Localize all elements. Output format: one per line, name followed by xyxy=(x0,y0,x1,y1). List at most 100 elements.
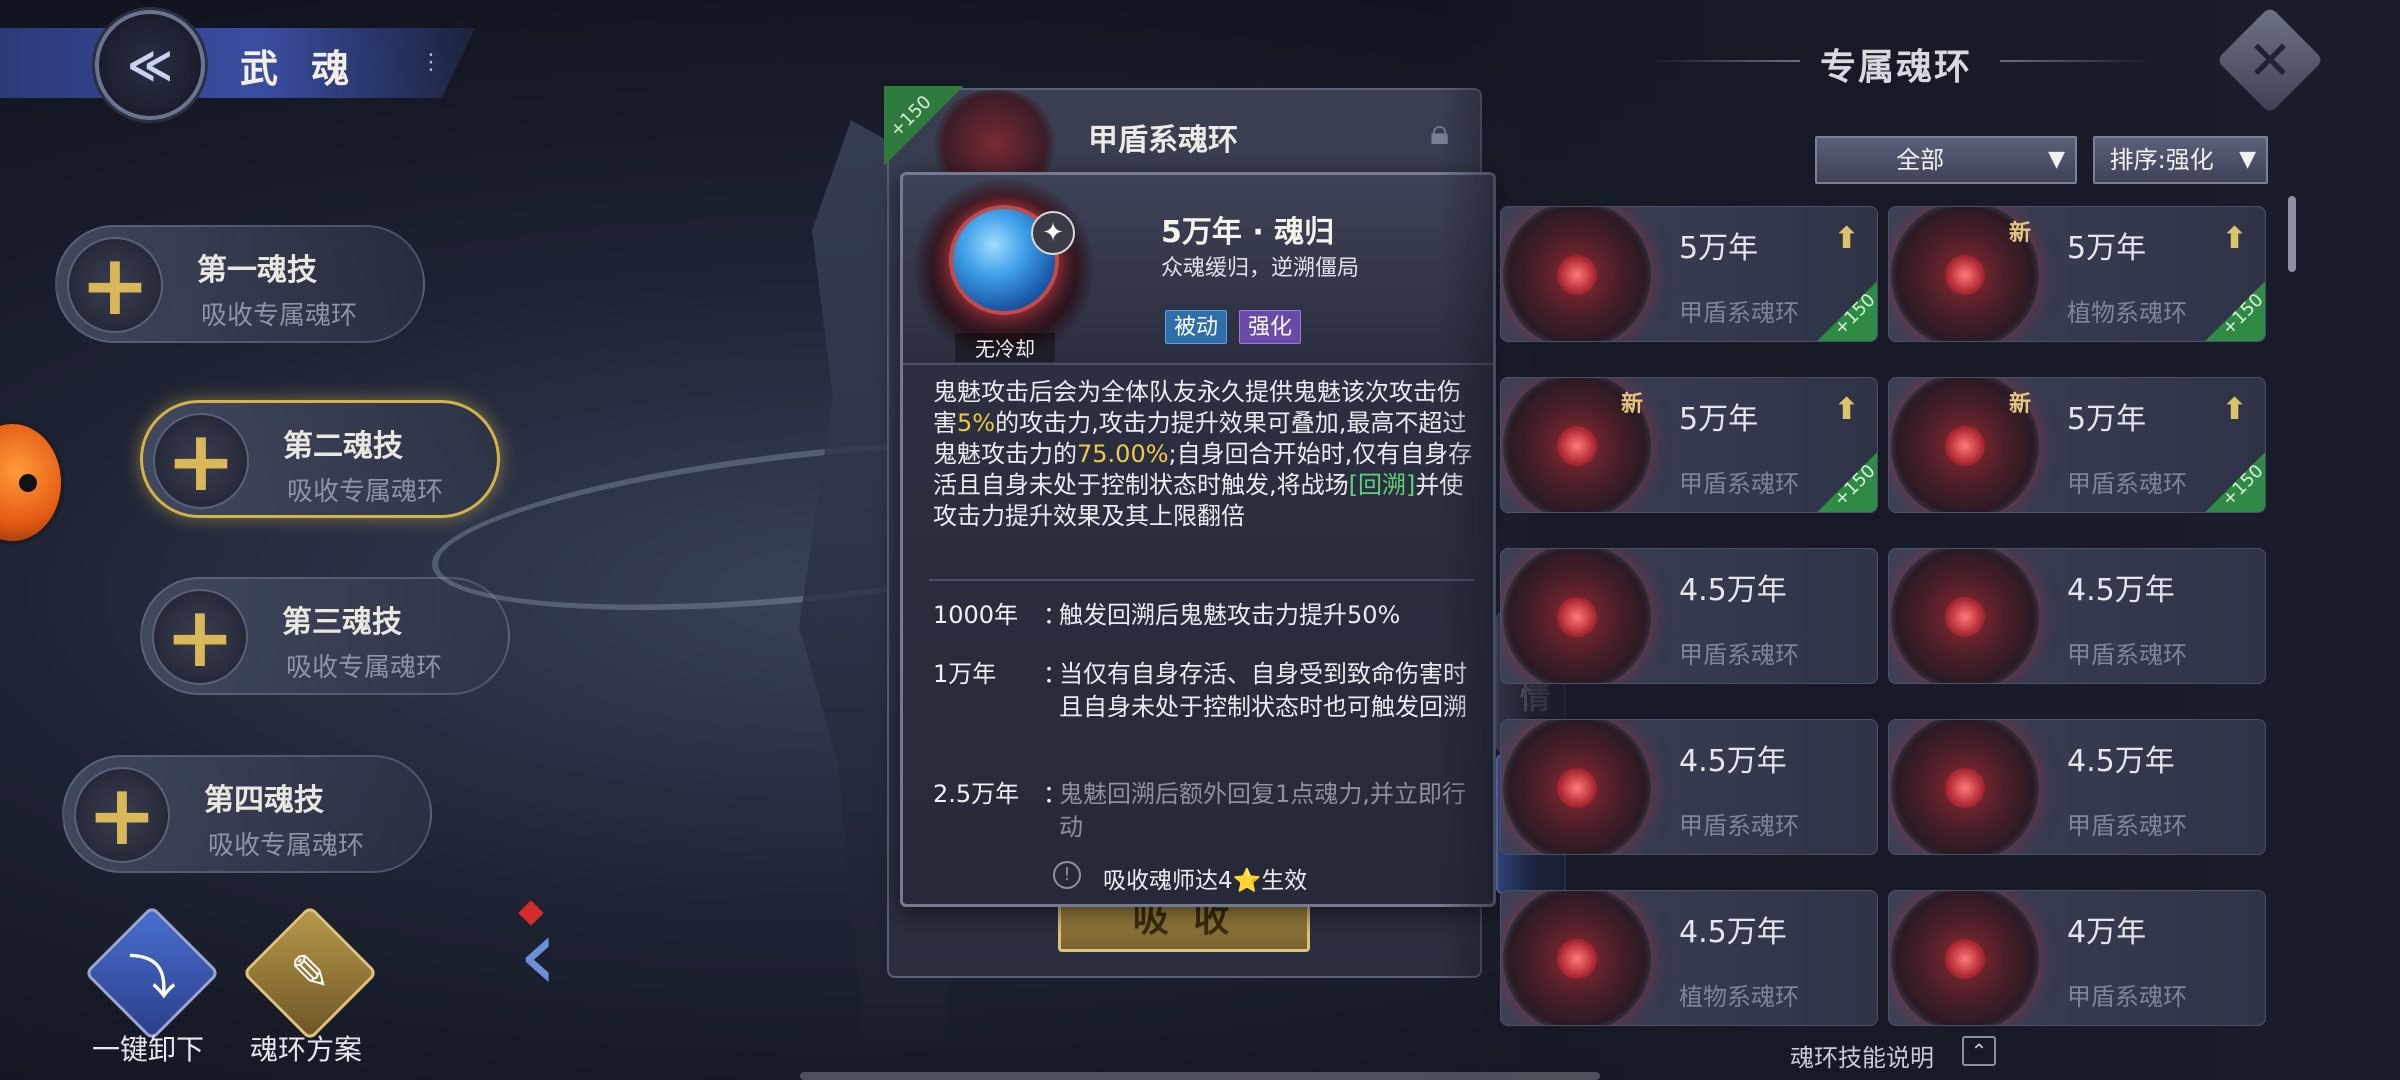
ring-plan-button[interactable]: ✎ xyxy=(242,905,378,1041)
ring-type: 甲盾系魂环 xyxy=(1679,812,1799,840)
add-plus-icon: + xyxy=(67,237,163,333)
upgrade-arrow-icon: ⬆ xyxy=(2221,221,2247,256)
year-effect: 触发回溯后鬼魅攻击力提升50% xyxy=(1059,601,1401,629)
bonus-badge-text: +150 xyxy=(2217,460,2266,511)
soul-ring-icon xyxy=(1891,549,2039,683)
ring-type: 甲盾系魂环 xyxy=(2067,812,2187,840)
ring-year: 4万年 xyxy=(2067,915,2147,950)
year-effect-row: 1万年 ： 当仅有自身存活、自身受到致命伤害时且自身未处于控制状态时也可触发回溯 xyxy=(933,658,1478,758)
ring-card[interactable]: 4.5万年甲盾系魂环 xyxy=(1500,719,1878,855)
tag-enhance: 强化 xyxy=(1239,310,1302,344)
year-effect: 鬼魅回溯后额外回复1点魂力,并立即行动 xyxy=(1059,780,1466,841)
previous-arrow-icon[interactable]: ‹ xyxy=(518,905,578,1005)
ring-card[interactable]: 新 5万年 甲盾系魂环 ⬆ +150 xyxy=(1888,377,2266,513)
bonus-badge: +150 xyxy=(2199,275,2266,341)
bonus-badge-text: +150 xyxy=(2217,289,2266,340)
bonus-badge-text: +150 xyxy=(1829,289,1878,340)
add-plus-icon: + xyxy=(153,413,249,509)
ring-type: 甲盾系魂环 xyxy=(1679,641,1799,669)
scrollbar[interactable] xyxy=(2288,196,2296,272)
year-effect-row: 1000年 ： 触发回溯后鬼魅攻击力提升50% xyxy=(933,599,1478,639)
ring-type: 植物系魂环 xyxy=(1679,983,1799,1011)
home-indicator xyxy=(800,1072,1600,1080)
ring-year: 4.5万年 xyxy=(1679,915,1787,950)
upgrade-arrow-icon: ⬆ xyxy=(1833,221,1859,256)
ring-type: 甲盾系魂环 xyxy=(2067,641,2187,669)
tooltip-header: ✦ 无冷却 5万年 · 魂归 众魂缓归，逆溯僵局 被动 强化 xyxy=(903,175,1493,365)
ring-card[interactable]: 新 5万年 甲盾系魂环 ⬆ +150 xyxy=(1500,377,1878,513)
crest-icon: ✦ xyxy=(1031,211,1075,255)
activation-requirement: 吸收魂师达4⭐生效 xyxy=(1103,868,1308,894)
document-icon: ✎ xyxy=(289,945,331,1001)
unload-arrow-icon: ⤵ xyxy=(127,950,176,1006)
slot-title: 第二魂技 xyxy=(283,429,403,464)
upgrade-arrow-icon: ⬆ xyxy=(2221,392,2247,427)
slot-title: 第三魂技 xyxy=(282,605,402,640)
new-badge: 新 xyxy=(1621,392,1644,417)
skill-name: 5万年 · 魂归 xyxy=(1161,215,1335,250)
desc-highlight: 5% xyxy=(957,409,996,437)
bonus-badge: +150 xyxy=(1811,446,1878,512)
slot-subtitle: 吸收专属魂环 xyxy=(201,301,358,331)
skill-slot-2[interactable]: + 第二魂技 吸收专属魂环 xyxy=(140,400,500,518)
skill-slot-1[interactable]: + 第一魂技 吸收专属魂环 xyxy=(55,225,425,343)
expand-up-icon[interactable]: ⌃ xyxy=(1962,1036,1996,1066)
bonus-badge: +150 xyxy=(2199,446,2266,512)
soul-ring-icon xyxy=(1891,891,2039,1025)
new-badge: 新 xyxy=(2009,221,2032,246)
ring-type: 甲盾系魂环 xyxy=(2067,983,2187,1011)
info-icon[interactable]: ⋮ xyxy=(420,50,442,82)
close-icon: ✕ xyxy=(2247,28,2293,92)
desc-highlight: 75.00% xyxy=(1077,440,1169,468)
year-label: 1万年 xyxy=(933,660,997,688)
ring-year: 5万年 xyxy=(2067,231,2147,266)
year-effect: 当仅有自身存活、自身受到致命伤害时且自身未处于控制状态时也可触发回溯 xyxy=(1059,660,1467,721)
ring-type: 甲盾系魂环 xyxy=(2067,470,2187,498)
ring-skill-help-label[interactable]: 魂环技能说明 xyxy=(1790,1038,1934,1073)
skill-tooltip: ✦ 无冷却 5万年 · 魂归 众魂缓归，逆溯僵局 被动 强化 鬼魅攻击后会为全体… xyxy=(900,172,1496,907)
slot-title: 第四魂技 xyxy=(204,783,324,818)
ring-card[interactable]: 5万年 甲盾系魂环 ⬆ +150 xyxy=(1500,206,1878,342)
ring-card[interactable]: 4.5万年植物系魂环 xyxy=(1500,890,1878,1026)
year-label: 1000年 xyxy=(933,601,1019,629)
ring-card[interactable]: 4.5万年 甲盾系魂环 xyxy=(1888,719,2266,855)
ring-card[interactable]: 4万年甲盾系魂环 xyxy=(1888,890,2266,1026)
add-plus-icon: + xyxy=(152,589,248,685)
add-plus-icon: + xyxy=(74,767,170,863)
close-button[interactable]: ✕ xyxy=(2216,6,2324,114)
ring-year: 5万年 xyxy=(1679,231,1759,266)
soul-ring-icon xyxy=(1891,720,2039,854)
soul-ring-icon xyxy=(1503,207,1651,341)
sort-dropdown[interactable]: 排序:强化 ▼ xyxy=(2093,136,2268,184)
divider xyxy=(929,579,1474,581)
soul-ring-icon xyxy=(1503,549,1651,683)
ring-year: 4.5万年 xyxy=(1679,744,1787,779)
slot-title: 第一魂技 xyxy=(197,253,317,288)
title-ornament-left xyxy=(1650,60,1800,62)
mascot-avatar-icon[interactable] xyxy=(0,420,65,545)
warning-icon: ! xyxy=(1053,861,1081,889)
tag-passive: 被动 xyxy=(1165,310,1228,344)
soul-ring-icon xyxy=(1503,720,1651,854)
back-emblem-icon[interactable]: ≪ xyxy=(95,10,205,120)
skill-slot-4[interactable]: + 第四魂技 吸收专属魂环 xyxy=(62,755,432,873)
bonus-badge: +150 xyxy=(884,86,964,166)
filter-value: 全部 xyxy=(1896,146,1945,174)
bonus-badge-text: +150 xyxy=(1829,460,1878,511)
ring-type: 甲盾系魂环 xyxy=(1679,470,1799,498)
ring-card[interactable]: 4.5万年甲盾系魂环 xyxy=(1500,548,1878,684)
skill-subtitle: 众魂缓归，逆溯僵局 xyxy=(1161,256,1360,281)
ring-card[interactable]: 新 5万年植物系魂环 ⬆ +150 xyxy=(1888,206,2266,342)
ring-detail-title: 甲盾系魂环 xyxy=(1088,123,1238,158)
slot-subtitle: 吸收专属魂环 xyxy=(208,831,365,861)
skill-slot-3[interactable]: + 第三魂技 吸收专属魂环 xyxy=(140,577,510,695)
upgrade-arrow-icon: ⬆ xyxy=(1833,392,1859,427)
ring-type: 植物系魂环 xyxy=(2067,299,2187,327)
year-label: 2.5万年 xyxy=(933,780,1020,808)
title-ornament-right xyxy=(2000,60,2150,62)
ring-card[interactable]: 4.5万年 甲盾系魂环 xyxy=(1888,548,2266,684)
unload-all-button[interactable]: ⤵ xyxy=(84,905,220,1041)
filter-dropdown[interactable]: 全部 ▼ xyxy=(1815,136,2077,184)
ring-year: 4.5万年 xyxy=(1679,573,1787,608)
ring-plan-label: 魂环方案 xyxy=(250,1033,363,1066)
